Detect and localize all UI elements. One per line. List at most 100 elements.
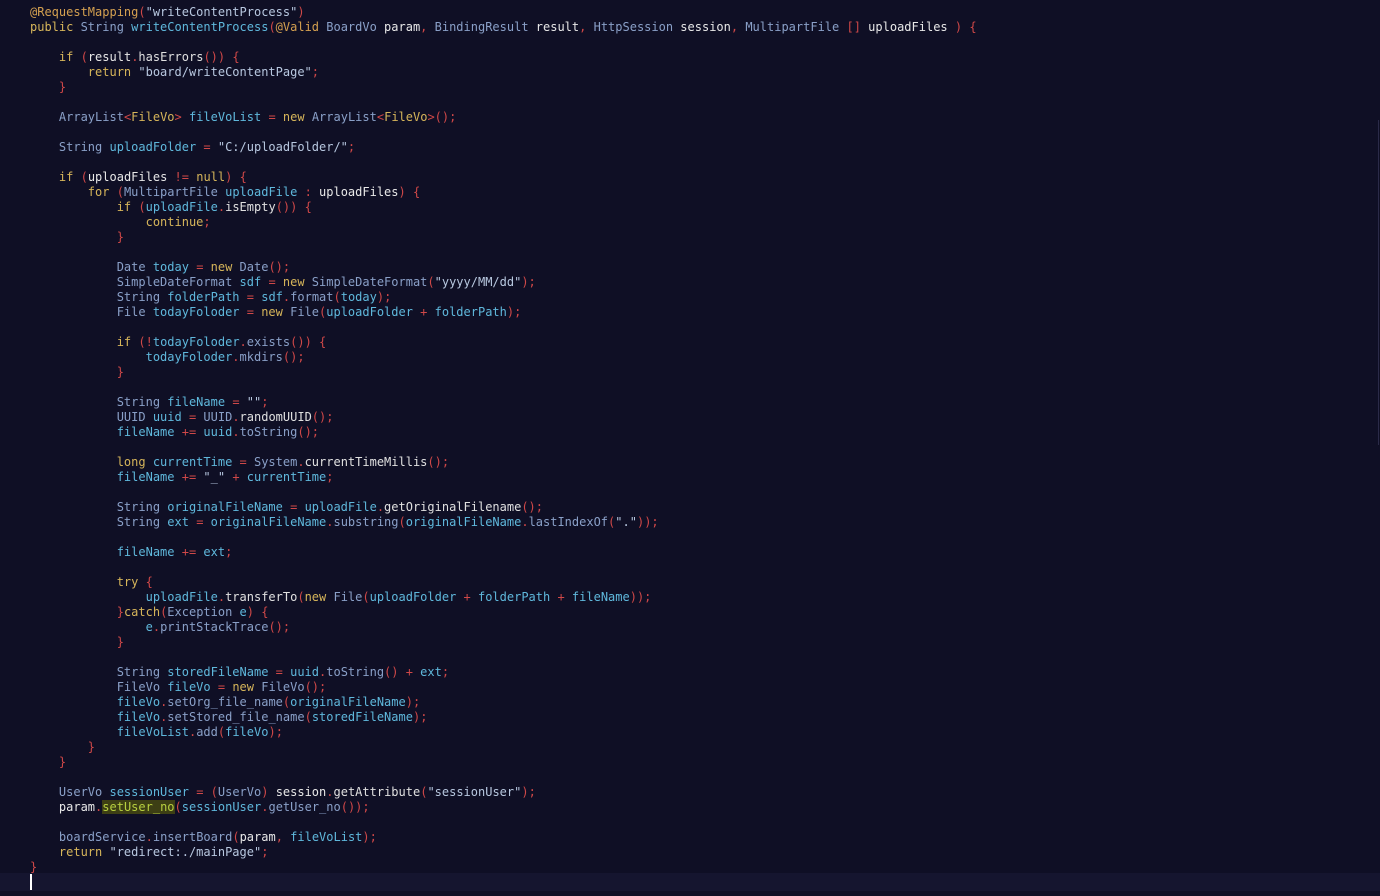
code-line[interactable]: @RequestMapping("writeContentProcess") <box>30 5 977 20</box>
code-line[interactable]: param.setUser_no(sessionUser.getUser_no(… <box>30 800 977 815</box>
code-line[interactable]: fileVoList.add(fileVo); <box>30 725 977 740</box>
code-line[interactable]: fileVo.setOrg_file_name(originalFileName… <box>30 695 977 710</box>
code-line[interactable] <box>30 95 977 110</box>
code-line[interactable]: SimpleDateFormat sdf = new SimpleDateFor… <box>30 275 977 290</box>
code-line[interactable] <box>30 35 977 50</box>
code-line[interactable] <box>30 380 977 395</box>
code-line[interactable]: } <box>30 230 977 245</box>
code-line[interactable] <box>30 560 977 575</box>
code-line[interactable]: Date today = new Date(); <box>30 260 977 275</box>
code-line[interactable]: todayFoloder.mkdirs(); <box>30 350 977 365</box>
code-token: ( <box>116 185 124 199</box>
code-token: param <box>58 800 96 814</box>
code-line[interactable]: String fileName = ""; <box>30 395 977 410</box>
code-area[interactable]: @RequestMapping("writeContentProcess") pu… <box>30 5 977 875</box>
code-token: >(); <box>427 110 457 124</box>
code-token: @Valid <box>275 20 327 34</box>
code-line[interactable]: if (result.hasErrors()) { <box>30 50 977 65</box>
code-line[interactable]: String originalFileName = uploadFile.get… <box>30 500 977 515</box>
code-line[interactable]: if (uploadFiles != null) { <box>30 170 977 185</box>
code-line[interactable] <box>30 650 977 665</box>
code-line[interactable] <box>30 485 977 500</box>
code-line[interactable]: } <box>30 365 977 380</box>
code-token: : <box>304 185 320 199</box>
code-token: getUser_no <box>268 800 341 814</box>
code-line[interactable]: } <box>30 80 977 95</box>
code-token: "redirect:./mainPage" <box>109 845 262 859</box>
code-line[interactable] <box>30 155 977 170</box>
code-line[interactable]: File todayFoloder = new File(uploadFolde… <box>30 305 977 320</box>
code-token: } <box>116 365 124 379</box>
code-line[interactable]: fileName += uuid.toString(); <box>30 425 977 440</box>
code-line[interactable]: ArrayList<FileVo> fileVoList = new Array… <box>30 110 977 125</box>
code-token: ArrayList <box>311 110 377 124</box>
code-line[interactable]: continue; <box>30 215 977 230</box>
code-line[interactable]: try { <box>30 575 977 590</box>
code-token: if <box>58 50 81 64</box>
code-line[interactable] <box>30 815 977 830</box>
code-token: "yyyy/MM/dd" <box>434 275 522 289</box>
code-line[interactable]: UserVo sessionUser = (UserVo) session.ge… <box>30 785 977 800</box>
code-line[interactable] <box>30 125 977 140</box>
code-token: ( <box>398 515 406 529</box>
code-line[interactable] <box>30 770 977 785</box>
code-line[interactable]: String uploadFolder = "C:/uploadFolder/"… <box>30 140 977 155</box>
code-token: uploadFiles <box>868 20 955 34</box>
code-line[interactable] <box>30 530 977 545</box>
code-line[interactable]: } <box>30 635 977 650</box>
code-line[interactable]: UUID uuid = UUID.randomUUID(); <box>30 410 977 425</box>
code-line[interactable]: public String writeContentProcess(@Valid… <box>30 20 977 35</box>
code-token: . <box>217 590 226 604</box>
scrollbar-track[interactable] <box>1378 120 1379 445</box>
code-token: ) { <box>398 185 421 199</box>
code-token: return <box>58 845 110 859</box>
code-token: } <box>87 740 96 754</box>
code-line[interactable]: FileVo fileVo = new FileVo(); <box>30 680 977 695</box>
code-token: result <box>87 50 132 64</box>
code-token: . <box>326 785 334 799</box>
code-line[interactable] <box>30 320 977 335</box>
code-line[interactable]: fileVo.setStored_file_name(storedFileNam… <box>30 710 977 725</box>
code-line[interactable] <box>30 245 977 260</box>
code-token: { <box>145 575 153 589</box>
code-line[interactable]: }catch(Exception e) { <box>30 605 977 620</box>
code-line[interactable]: String storedFileName = uuid.toString() … <box>30 665 977 680</box>
code-line[interactable]: fileName += ext; <box>30 545 977 560</box>
code-line[interactable] <box>30 440 977 455</box>
code-line[interactable]: String folderPath = sdf.format(today); <box>30 290 977 305</box>
code-token: += <box>181 470 204 484</box>
code-line[interactable]: } <box>30 860 977 875</box>
code-editor[interactable]: @RequestMapping("writeContentProcess") pu… <box>0 0 1380 896</box>
code-line[interactable]: e.printStackTrace(); <box>30 620 977 635</box>
code-line[interactable]: for (MultipartFile uploadFile : uploadFi… <box>30 185 977 200</box>
code-line[interactable]: uploadFile.transferTo(new File(uploadFol… <box>30 590 977 605</box>
code-token: ( <box>80 170 88 184</box>
code-line[interactable]: String ext = originalFileName. substring(… <box>30 515 977 530</box>
code-line[interactable]: } <box>30 740 977 755</box>
code-line[interactable]: long currentTime = System.currentTimeMil… <box>30 455 977 470</box>
code-token: session <box>680 20 731 34</box>
code-line[interactable]: return "redirect:./mainPage"; <box>30 845 977 860</box>
code-token: "sessionUser" <box>427 785 522 799</box>
code-line[interactable]: if (uploadFile.isEmpty()) { <box>30 200 977 215</box>
code-token: new <box>304 590 334 604</box>
code-token: setOrg_file_name <box>167 695 283 709</box>
code-token: "." <box>615 515 637 529</box>
code-line[interactable]: fileName += "_" + currentTime; <box>30 470 977 485</box>
code-token: if <box>116 200 139 214</box>
code-token: ; <box>311 65 319 79</box>
code-line[interactable]: } <box>30 755 977 770</box>
code-line[interactable]: boardService.insertBoard(param, fileVoLi… <box>30 830 977 845</box>
code-token: (! <box>138 335 153 349</box>
code-line[interactable]: return "board/writeContentPage"; <box>30 65 977 80</box>
code-line[interactable]: if (!todayFoloder.exists()) { <box>30 335 977 350</box>
